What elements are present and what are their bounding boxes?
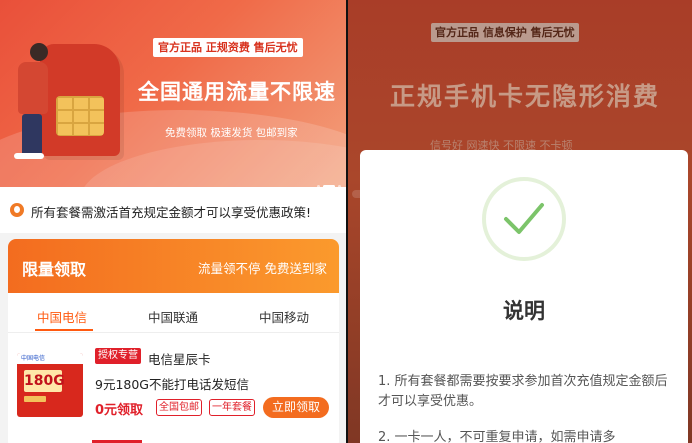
sim-chip-icon <box>56 96 104 136</box>
thumbnail-carrier-label: 中国电信 <box>17 353 83 364</box>
banner-subtitle: 免费领取 极速发货 包邮到家 <box>165 127 298 139</box>
tab-china-telecom[interactable]: 中国电信 <box>37 307 87 326</box>
product-description: 9元180G不能打电话发短信 <box>95 377 249 392</box>
offer-card-title: 限量领取 <box>22 260 87 279</box>
person-legs <box>22 114 42 156</box>
screen: 官方正品 正规资费 售后无忧 全国通用流量不限速 免费领取 极速发货 包邮到家 … <box>0 0 692 443</box>
person-foot <box>14 153 44 159</box>
success-check-icon <box>482 177 566 261</box>
product-thumbnail[interactable]: 中国电信 180G <box>17 353 83 417</box>
tab-china-mobile[interactable]: 中国移动 <box>259 307 309 326</box>
person-head <box>30 43 48 61</box>
product-price: 0元领取 <box>95 403 144 418</box>
right-phone-screen: 官方正品 信息保护 售后无忧 正规手机卡无隐形消费 信号好 网速快 不限速 不卡… <box>348 0 692 443</box>
notice-bar: 所有套餐需激活首充规定金额才可以享受优惠政策! <box>0 187 346 233</box>
active-tab-indicator <box>35 329 93 331</box>
modal-title: 说明 <box>503 299 545 323</box>
offer-card-slogan: 流量领不停 免费送到家 <box>198 261 327 276</box>
modal-item: 2. 一卡一人，不可重复申请，如需申请多 <box>378 430 616 443</box>
banner-title: 全国通用流量不限速 <box>138 80 336 104</box>
person-illustration <box>18 62 48 114</box>
promo-banner[interactable]: 官方正品 正规资费 售后无忧 全国通用流量不限速 免费领取 极速发货 包邮到家 <box>0 0 346 187</box>
product-item[interactable]: 中国电信 180G 授权专营 电信星辰卡 9元180G不能打电话发短信 0元领取… <box>8 344 339 424</box>
modal-item: 1. 所有套餐都需要按要求参加首次充值规定金额后才可以享受优惠。 <box>378 374 668 409</box>
left-phone-screen: 官方正品 正规资费 售后无忧 全国通用流量不限速 免费领取 极速发货 包邮到家 … <box>0 0 346 443</box>
thumbnail-chip-icon <box>24 396 46 402</box>
info-modal: 说明 1. 所有套餐都需要按要求参加首次充值规定金额后才可以享受优惠。 2. 一… <box>360 150 688 443</box>
carousel-dots[interactable] <box>314 176 341 187</box>
annual-plan-chip: 一年套餐 <box>209 399 255 416</box>
authorized-badge: 授权专营 <box>95 348 141 364</box>
tab-china-unicom[interactable]: 中国联通 <box>148 307 198 326</box>
offer-card-header: 限量领取 流量领不停 免费送到家 <box>8 239 339 293</box>
free-shipping-chip: 全国包邮 <box>156 399 202 416</box>
claim-now-button[interactable]: 立即领取 <box>263 397 329 418</box>
sim-card-illustration <box>40 44 120 156</box>
notice-icon <box>10 203 24 217</box>
product-name: 电信星辰卡 <box>148 352 211 367</box>
thumbnail-data-amount: 180G <box>24 370 65 392</box>
notice-text: 所有套餐需激活首充规定金额才可以享受优惠政策! <box>31 205 312 220</box>
carrier-tabs: 中国电信 中国联通 中国移动 <box>8 293 339 333</box>
banner-tags: 官方正品 正规资费 售后无忧 <box>153 38 303 57</box>
checkmark-icon <box>504 203 544 234</box>
